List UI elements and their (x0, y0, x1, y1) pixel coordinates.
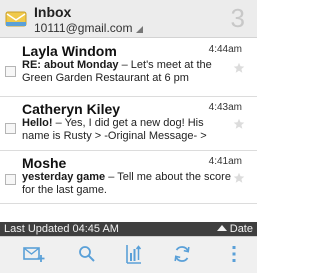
sort-label: Date (229, 223, 253, 235)
search-icon (78, 245, 96, 268)
message-preview: yesterday game – Tell me about the score… (22, 171, 234, 197)
bottom-toolbar (0, 236, 257, 273)
overflow-menu-icon (231, 245, 237, 268)
inbox-envelope-icon (5, 9, 27, 29)
star-icon[interactable] (233, 117, 245, 129)
message-preview: RE: about Monday – Let's meet at the Gre… (22, 59, 234, 85)
message-item[interactable]: Moshe 4:41am yesterday game – Tell me ab… (0, 151, 257, 203)
star-icon[interactable] (233, 61, 245, 73)
message-time: 4:41am (208, 156, 242, 167)
message-time: 4:44am (208, 44, 242, 55)
sort-button[interactable] (122, 244, 146, 269)
message-sender: Layla Windom (22, 43, 117, 59)
message-subject: yesterday game (22, 171, 106, 183)
message-sender: Catheryn Kiley (22, 101, 121, 117)
account-email: 10111@gmail.com (34, 21, 133, 35)
star-icon[interactable] (233, 171, 245, 183)
refresh-button[interactable] (170, 245, 194, 267)
message-checkbox[interactable] (5, 123, 16, 134)
inbox-title: Inbox (34, 4, 72, 20)
message-time: 4:43am (208, 102, 242, 113)
message-item[interactable]: Layla Windom 4:44am RE: about Monday – L… (0, 39, 257, 96)
message-checkbox[interactable] (5, 66, 16, 77)
message-item[interactable]: Catheryn Kiley 4:43am Hello! – Yes, I di… (0, 97, 257, 150)
overflow-menu-button[interactable] (222, 245, 246, 267)
last-updated-text: Last Updated 04:45 AM (4, 223, 119, 235)
inbox-header[interactable]: Inbox 10111@gmail.com 3 (0, 0, 257, 38)
search-button[interactable] (75, 245, 99, 267)
message-checkbox[interactable] (5, 174, 16, 185)
sort-caret-icon (216, 225, 227, 231)
message-divider (0, 203, 257, 204)
message-subject: Hello! (22, 117, 53, 129)
sort-order-toggle[interactable]: Date (216, 222, 253, 236)
message-preview: Hello! – Yes, I did get a new dog! His n… (22, 117, 234, 143)
refresh-icon (172, 244, 192, 269)
sort-icon (125, 244, 143, 269)
message-subject: RE: about Monday (22, 59, 119, 71)
status-bar: Last Updated 04:45 AM Date (0, 222, 257, 236)
compose-icon (23, 245, 45, 268)
compose-button[interactable] (22, 245, 46, 267)
message-sender: Moshe (22, 155, 67, 171)
dropdown-caret-icon (136, 26, 144, 33)
account-switcher[interactable]: 10111@gmail.com (34, 21, 144, 35)
unread-count: 3 (230, 3, 245, 33)
